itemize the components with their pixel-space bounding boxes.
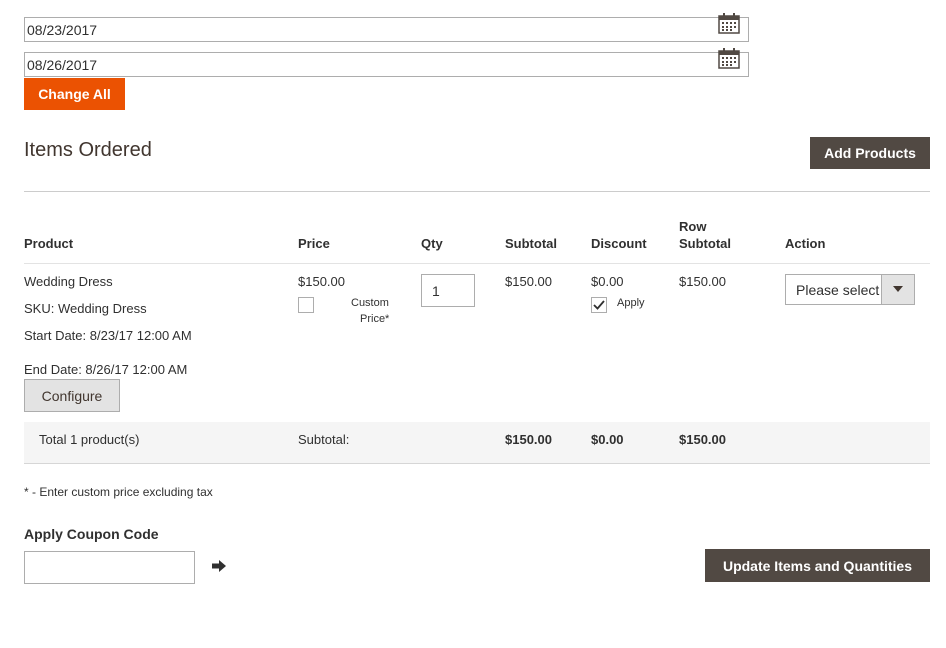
change-all-button[interactable]: Change All: [24, 78, 125, 110]
item-subtotal: $150.00: [505, 274, 552, 289]
apply-discount-checkbox[interactable]: [591, 297, 607, 313]
column-header-action: Action: [785, 236, 826, 251]
column-header-product: Product: [24, 236, 74, 251]
product-end-date: End Date: 8/26/17 12:00 AM: [24, 362, 188, 377]
calendar-icon[interactable]: [718, 12, 740, 34]
totals-subtotal-label: Subtotal:: [298, 432, 350, 447]
product-start-date: Start Date: 8/23/17 12:00 AM: [24, 328, 192, 343]
item-row-subtotal: $150.00: [679, 274, 726, 289]
apply-label: Apply: [617, 297, 645, 309]
total-products-label: Total 1 product(s): [39, 432, 140, 447]
column-header-price: Price: [298, 236, 330, 251]
coupon-label: Apply Coupon Code: [24, 526, 159, 542]
column-header-subtotal: Subtotal: [505, 236, 557, 251]
custom-price-label-line1: Custom: [351, 297, 389, 309]
product-sku: SKU: Wedding Dress: [24, 301, 147, 316]
totals-row: Total 1 product(s) Subtotal: $150.00 $0.…: [24, 422, 930, 464]
totals-row-subtotal: $150.00: [679, 432, 726, 447]
column-header-discount: Discount: [591, 236, 647, 251]
custom-price-checkbox[interactable]: [298, 297, 314, 313]
end-date-field[interactable]: [24, 48, 749, 77]
action-select-value: Please select: [796, 282, 880, 298]
custom-price-note: * - Enter custom price excluding tax: [24, 485, 213, 499]
end-date-input[interactable]: [25, 53, 715, 76]
start-date-input[interactable]: [25, 18, 715, 41]
column-header-row-subtotal-line2: Subtotal: [679, 236, 731, 251]
totals-subtotal: $150.00: [505, 432, 552, 447]
totals-discount: $0.00: [591, 432, 624, 447]
calendar-icon[interactable]: [718, 47, 740, 69]
dropdown-arrow[interactable]: [881, 275, 914, 304]
column-header-qty: Qty: [421, 236, 443, 251]
coupon-input[interactable]: [24, 551, 195, 584]
configure-button[interactable]: Configure: [24, 379, 120, 412]
header-divider: [24, 263, 930, 264]
custom-price-label-line2: Price*: [360, 313, 390, 325]
start-date-field[interactable]: [24, 13, 749, 42]
section-divider: [24, 191, 930, 192]
column-header-row-subtotal-line1: Row: [679, 219, 707, 234]
update-items-button[interactable]: Update Items and Quantities: [705, 549, 930, 582]
add-products-button[interactable]: Add Products: [810, 137, 930, 169]
chevron-down-icon: [893, 286, 903, 292]
apply-coupon-arrow-icon[interactable]: [211, 559, 229, 575]
product-name: Wedding Dress: [24, 274, 113, 289]
checkmark-icon: [593, 300, 605, 310]
action-select[interactable]: Please select: [785, 274, 915, 305]
item-price: $150.00: [298, 274, 345, 289]
items-ordered-title: Items Ordered: [24, 139, 152, 161]
item-discount: $0.00: [591, 274, 624, 289]
qty-input[interactable]: [421, 274, 475, 307]
